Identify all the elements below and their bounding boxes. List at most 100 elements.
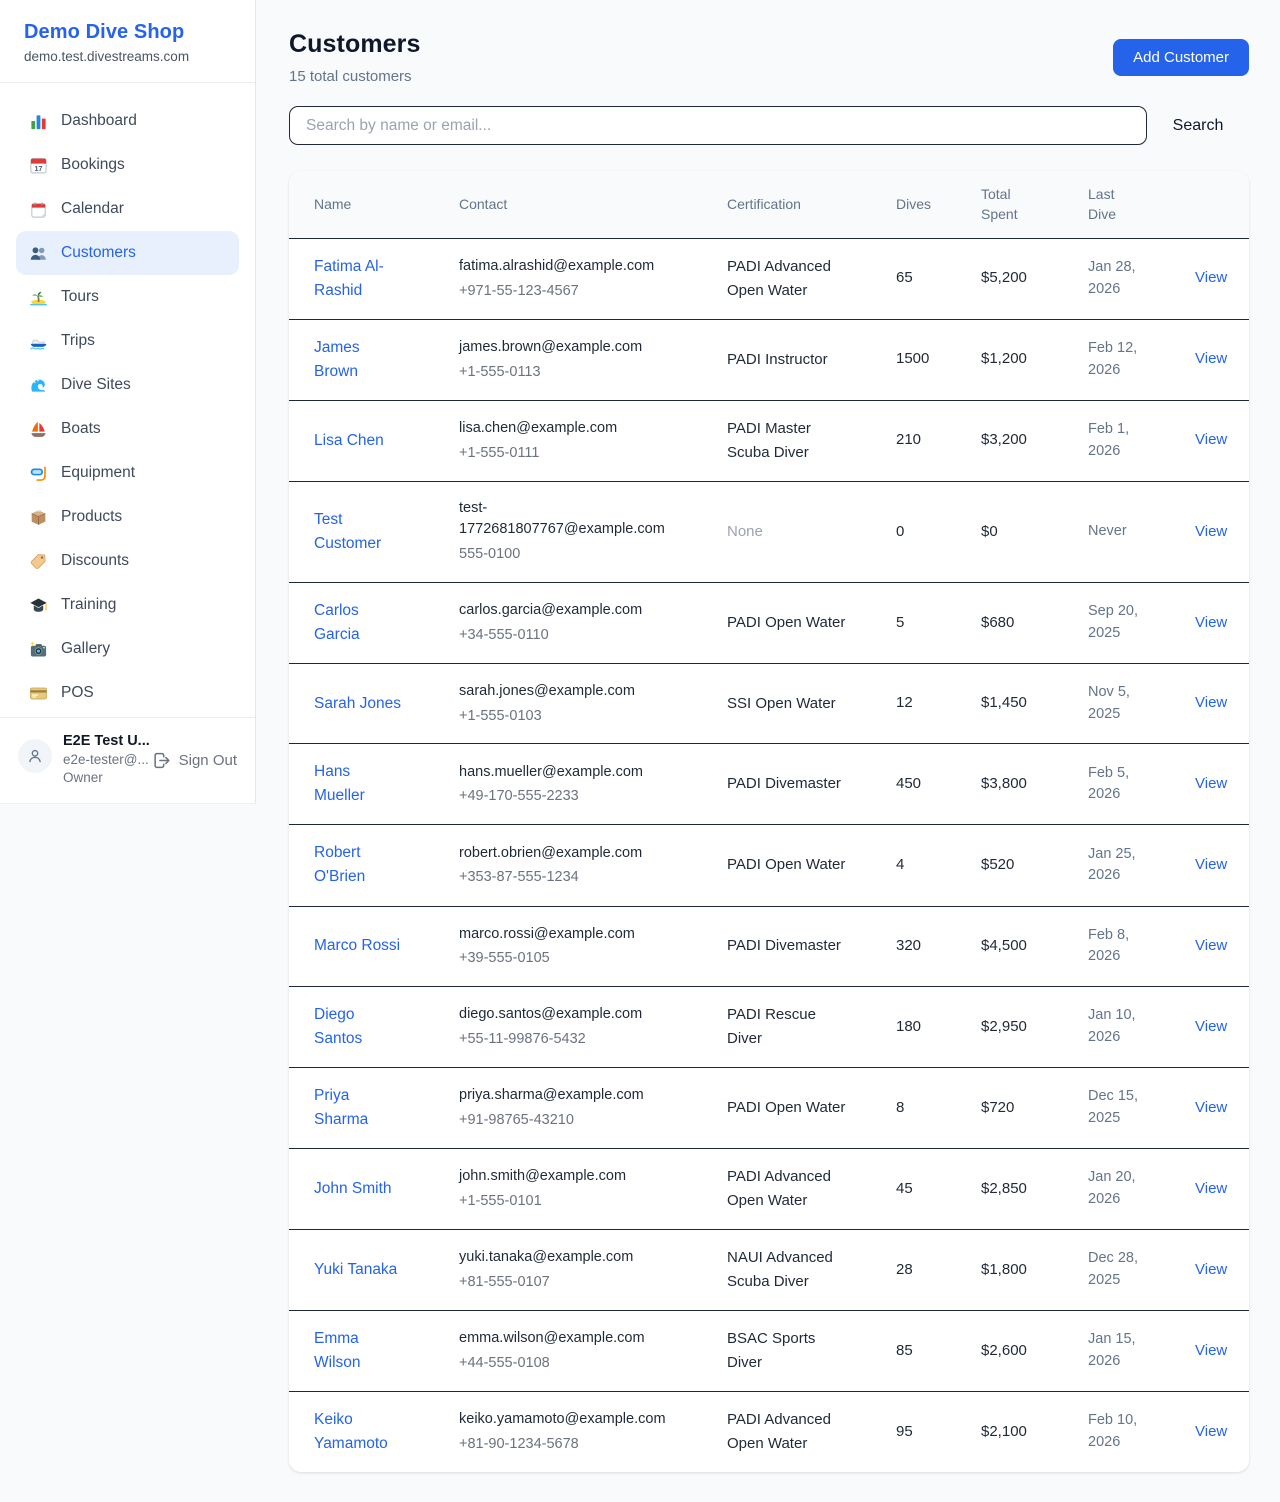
contact-cell: emma.wilson@example.com +44-555-0108: [434, 1311, 702, 1392]
column-header-last-dive: Last Dive: [1063, 171, 1170, 238]
customer-email: james.brown@example.com: [459, 337, 642, 359]
sidebar-item-trips[interactable]: Trips: [16, 319, 239, 363]
total-spent-cell: $1,200: [956, 319, 1063, 400]
certification-value: PADI Instructor: [727, 348, 828, 372]
customer-count: 15 total customers: [289, 68, 421, 85]
sidebar-item-bookings[interactable]: 17 Bookings: [16, 143, 239, 187]
customer-name-link[interactable]: Sarah Jones: [314, 692, 401, 716]
view-link[interactable]: View: [1195, 937, 1227, 954]
view-link[interactable]: View: [1195, 350, 1227, 367]
dives-value: 85: [896, 1342, 913, 1359]
dives-cell: 95: [871, 1392, 956, 1473]
view-link[interactable]: View: [1195, 775, 1227, 792]
certification-value: BSAC Sports Diver: [727, 1327, 852, 1375]
sidebar-item-dashboard[interactable]: Dashboard: [16, 99, 239, 143]
customer-email: fatima.alrashid@example.com: [459, 256, 654, 278]
customer-name-link[interactable]: Yuki Tanaka: [314, 1258, 397, 1282]
view-link[interactable]: View: [1195, 1342, 1227, 1359]
customer-name-link[interactable]: Lisa Chen: [314, 429, 384, 453]
search-button[interactable]: Search: [1147, 117, 1249, 135]
gallery-icon: [28, 639, 48, 659]
view-link[interactable]: View: [1195, 856, 1227, 873]
total-spent-cell: $680: [956, 582, 1063, 663]
view-link[interactable]: View: [1195, 614, 1227, 631]
certification-cell: PADI Master Scuba Diver: [702, 400, 871, 481]
last-dive-value: Dec 15, 2025: [1088, 1086, 1146, 1130]
add-customer-button[interactable]: Add Customer: [1113, 39, 1249, 76]
view-link[interactable]: View: [1195, 431, 1227, 448]
last-dive-value: Feb 5, 2026: [1088, 763, 1146, 807]
customer-name-link[interactable]: Diego Santos: [314, 1003, 404, 1051]
action-cell: View: [1170, 1392, 1249, 1473]
name-cell: Keiko Yamamoto: [289, 1392, 434, 1473]
certification-cell: PADI Advanced Open Water: [702, 1392, 871, 1473]
view-link[interactable]: View: [1195, 1423, 1227, 1440]
view-link[interactable]: View: [1195, 523, 1227, 540]
sidebar-item-dive-sites[interactable]: Dive Sites: [16, 363, 239, 407]
action-cell: View: [1170, 1149, 1249, 1230]
sidebar-item-gallery[interactable]: Gallery: [16, 627, 239, 671]
equipment-icon: [28, 463, 48, 483]
sidebar-item-label: Bookings: [61, 156, 125, 174]
dives-cell: 5: [871, 582, 956, 663]
sidebar-item-training[interactable]: Training: [16, 583, 239, 627]
dives-value: 8: [896, 1099, 904, 1116]
sign-out-button[interactable]: Sign Out: [152, 750, 237, 770]
page-header: Customers 15 total customers Add Custome…: [289, 30, 1249, 85]
customer-name-link[interactable]: Fatima Al-Rashid: [314, 255, 404, 303]
customer-name-link[interactable]: John Smith: [314, 1177, 392, 1201]
certification-cell: PADI Advanced Open Water: [702, 1149, 871, 1230]
customer-name-link[interactable]: Hans Mueller: [314, 760, 404, 808]
pos-icon: [28, 683, 48, 703]
certification-value: PADI Advanced Open Water: [727, 1165, 852, 1213]
customer-phone: +1-555-0101: [459, 1191, 690, 1213]
view-link[interactable]: View: [1195, 269, 1227, 286]
contact-cell: lisa.chen@example.com +1-555-0111: [434, 400, 702, 481]
sidebar-item-products[interactable]: Products: [16, 495, 239, 539]
customer-name-link[interactable]: Keiko Yamamoto: [314, 1408, 404, 1456]
search-input[interactable]: [289, 106, 1147, 145]
main-content: Customers 15 total customers Add Custome…: [256, 0, 1280, 1502]
last-dive-cell: Nov 5, 2025: [1063, 663, 1170, 744]
name-cell: Sarah Jones: [289, 663, 434, 744]
customer-name-link[interactable]: James Brown: [314, 336, 404, 384]
customer-name-link[interactable]: Marco Rossi: [314, 934, 400, 958]
customer-name-link[interactable]: Emma Wilson: [314, 1327, 404, 1375]
customer-email: emma.wilson@example.com: [459, 1328, 645, 1350]
action-cell: View: [1170, 825, 1249, 906]
customer-name-link[interactable]: Carlos Garcia: [314, 599, 404, 647]
action-cell: View: [1170, 582, 1249, 663]
sidebar-item-calendar[interactable]: Calendar: [16, 187, 239, 231]
view-link[interactable]: View: [1195, 1018, 1227, 1035]
table-row: Carlos Garcia carlos.garcia@example.com …: [289, 582, 1249, 663]
customer-phone: +971-55-123-4567: [459, 281, 690, 303]
customer-email: yuki.tanaka@example.com: [459, 1247, 633, 1269]
total-spent-cell: $2,600: [956, 1311, 1063, 1392]
column-header-contact: Contact: [434, 171, 702, 238]
customer-name-link[interactable]: Robert O'Brien: [314, 841, 404, 889]
total-spent-value: $520: [981, 856, 1014, 873]
customer-name-link[interactable]: Priya Sharma: [314, 1084, 404, 1132]
view-link[interactable]: View: [1195, 1180, 1227, 1197]
customer-name-link[interactable]: Test Customer: [314, 508, 404, 556]
sidebar-item-boats[interactable]: Boats: [16, 407, 239, 451]
certification-cell: PADI Rescue Diver: [702, 987, 871, 1068]
sidebar-item-pos[interactable]: POS: [16, 671, 239, 715]
view-link[interactable]: View: [1195, 694, 1227, 711]
sidebar-item-discounts[interactable]: Discounts: [16, 539, 239, 583]
dives-value: 95: [896, 1423, 913, 1440]
sidebar-item-customers[interactable]: Customers: [16, 231, 239, 275]
certification-value: PADI Divemaster: [727, 934, 841, 958]
name-cell: Marco Rossi: [289, 906, 434, 987]
contact-cell: yuki.tanaka@example.com +81-555-0107: [434, 1230, 702, 1311]
sidebar-item-equipment[interactable]: Equipment: [16, 451, 239, 495]
sign-out-label: Sign Out: [179, 752, 237, 769]
customer-email: keiko.yamamoto@example.com: [459, 1409, 666, 1431]
bookings-icon: 17: [28, 155, 48, 175]
view-link[interactable]: View: [1195, 1099, 1227, 1116]
name-cell: Hans Mueller: [289, 744, 434, 825]
total-spent-cell: $0: [956, 481, 1063, 582]
view-link[interactable]: View: [1195, 1261, 1227, 1278]
contact-cell: fatima.alrashid@example.com +971-55-123-…: [434, 238, 702, 319]
sidebar-item-tours[interactable]: Tours: [16, 275, 239, 319]
